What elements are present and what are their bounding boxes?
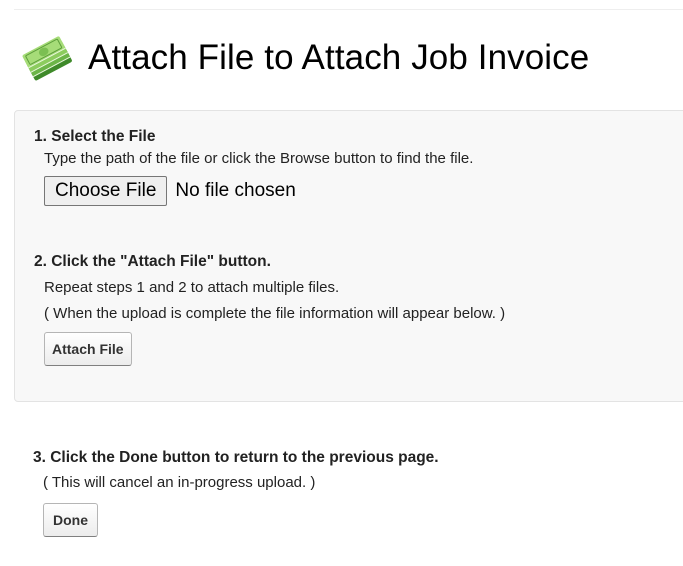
- file-picker: Choose File No file chosen: [34, 176, 473, 206]
- file-status-text: No file chosen: [175, 180, 296, 201]
- page-header: Attach File to Attach Job Invoice: [22, 28, 589, 88]
- step-2-note: ( When the upload is complete the file i…: [44, 305, 506, 322]
- attach-file-page: Attach File to Attach Job Invoice 1. Sel…: [0, 0, 683, 566]
- step-3-note: ( This will cancel an in-progress upload…: [43, 474, 316, 491]
- choose-file-button[interactable]: Choose File: [44, 176, 168, 206]
- step-2-heading: 2. Click the "Attach File" button.: [34, 253, 271, 270]
- step-attach-file: 2. Click the "Attach File" button. Repea…: [34, 252, 505, 366]
- step-select-file: 1. Select the File Type the path of the …: [34, 127, 473, 206]
- upload-steps-panel: 1. Select the File Type the path of the …: [14, 110, 683, 402]
- top-divider: [14, 9, 683, 10]
- step-2-instruction: Repeat steps 1 and 2 to attach multiple …: [44, 279, 340, 296]
- money-stack-icon: [22, 36, 72, 81]
- step-1-heading: 1. Select the File: [34, 128, 156, 145]
- page-title: Attach File to Attach Job Invoice: [88, 38, 590, 77]
- step-1-instruction: Type the path of the file or click the B…: [44, 150, 474, 167]
- attach-file-button[interactable]: Attach File: [44, 332, 132, 366]
- done-button[interactable]: Done: [43, 503, 98, 537]
- step-3-heading: 3. Click the Done button to return to th…: [33, 449, 439, 466]
- step-done: 3. Click the Done button to return to th…: [33, 448, 439, 537]
